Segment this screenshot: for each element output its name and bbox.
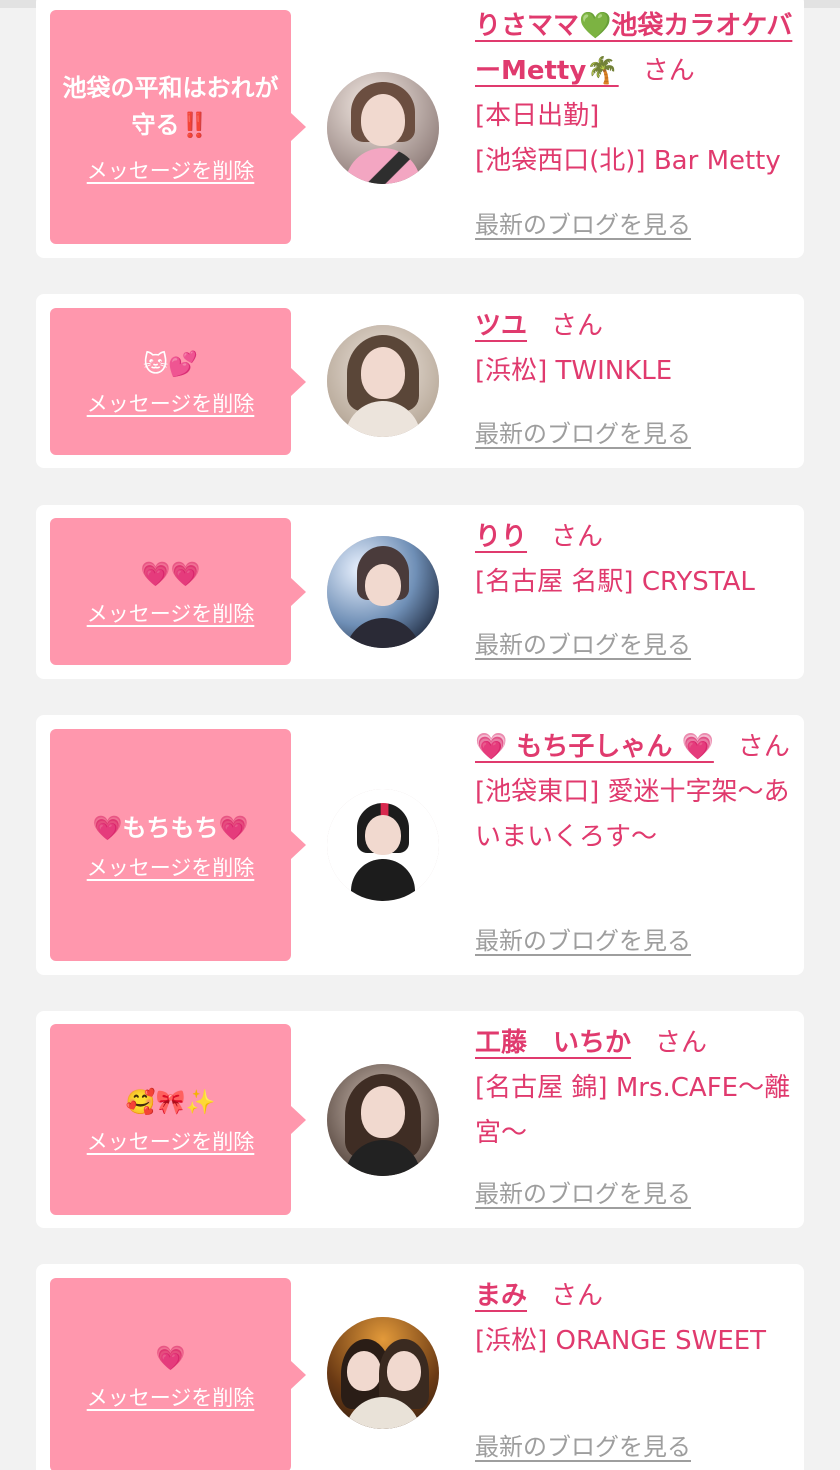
delete-message-link[interactable]: メッセージを削除 (87, 1129, 255, 1155)
avatar[interactable] (327, 789, 439, 901)
message-bubble: 💗もちもち💗 メッセージを削除 (50, 729, 306, 961)
latest-blog-link[interactable]: 最新のブログを見る (475, 1179, 691, 1209)
honorific: さん (551, 311, 604, 341)
message-bubble: 💗💗 メッセージを削除 (50, 518, 306, 665)
honorific: さん (642, 56, 695, 86)
cast-info: りり さん [名古屋 名駅] CRYSTAL (475, 515, 795, 605)
avatar[interactable] (327, 536, 439, 648)
honorific: さん (737, 732, 790, 762)
delete-message-link[interactable]: メッセージを削除 (87, 1385, 255, 1411)
shop-name: [池袋東口] 愛迷十字架〜あいまいくろす〜 (475, 777, 790, 852)
cast-card: 💗💗 メッセージを削除 りり さん [名古屋 名駅] CRYSTAL 最新のブログ… (36, 505, 804, 679)
message-bubble: 🐱💕 メッセージを削除 (50, 308, 306, 455)
avatar[interactable] (327, 1064, 439, 1176)
delete-message-link[interactable]: メッセージを削除 (87, 158, 255, 184)
cast-name-link[interactable]: 💗 もち子しゃん 💗 (475, 732, 714, 762)
message-bubble: 池袋の平和はおれが守る‼️ メッセージを削除 (50, 10, 306, 244)
cast-card: 🐱💕 メッセージを削除 ツユ さん [浜松] TWINKLE 最新のブログを見る (36, 294, 804, 468)
delete-message-link[interactable]: メッセージを削除 (87, 855, 255, 881)
cast-info: 工藤 いちか さん [名古屋 錦] Mrs.CAFE〜離宮〜 (475, 1021, 795, 1156)
shop-name: [名古屋 名駅] CRYSTAL (475, 567, 755, 597)
latest-blog-link[interactable]: 最新のブログを見る (475, 419, 691, 449)
cast-card: 💗もちもち💗 メッセージを削除 💗 もち子しゃん 💗 さん [池袋東口] 愛迷十字… (36, 715, 804, 975)
shop-name: [浜松] ORANGE SWEET (475, 1326, 767, 1356)
honorific: さん (551, 1281, 604, 1311)
message-text: 💗💗 (140, 560, 201, 588)
cast-card: 💗 メッセージを削除 まみ さん [浜松] ORANGE SWEET 最新のブログ… (36, 1264, 804, 1470)
cast-name-link[interactable]: りさママ💚池袋カラオケバーMetty🌴 (475, 11, 792, 86)
shop-name: [池袋西口(北)] Bar Metty (475, 146, 781, 176)
honorific: さん (551, 522, 604, 552)
cast-info: りさママ💚池袋カラオケバーMetty🌴 さん [本日出勤] [池袋西口(北)] B… (475, 4, 795, 184)
avatar[interactable] (327, 1317, 439, 1429)
avatar[interactable] (327, 325, 439, 437)
cast-info: まみ さん [浜松] ORANGE SWEET (475, 1274, 795, 1364)
cast-info: ツユ さん [浜松] TWINKLE (475, 304, 795, 394)
message-text: 🐱💕 (143, 350, 198, 378)
message-text: 🥰🎀✨ (125, 1088, 216, 1116)
latest-blog-link[interactable]: 最新のブログを見る (475, 926, 691, 956)
latest-blog-link[interactable]: 最新のブログを見る (475, 1432, 691, 1462)
message-bubble: 🥰🎀✨ メッセージを削除 (50, 1024, 306, 1215)
shop-name: [浜松] TWINKLE (475, 356, 673, 386)
cast-name-link[interactable]: 工藤 いちか (475, 1028, 631, 1058)
message-text: 池袋の平和はおれが守る‼️ (62, 74, 279, 139)
detail-line: [本日出勤] (475, 101, 600, 131)
cast-info: 💗 もち子しゃん 💗 さん [池袋東口] 愛迷十字架〜あいまいくろす〜 (475, 725, 795, 860)
cast-card: 池袋の平和はおれが守る‼️ メッセージを削除 りさママ💚池袋カラオケバーMett… (36, 0, 804, 258)
latest-blog-link[interactable]: 最新のブログを見る (475, 630, 691, 660)
message-text: 💗 (155, 1343, 186, 1372)
cast-name-link[interactable]: まみ (475, 1281, 527, 1311)
message-text: 💗もちもち💗 (92, 813, 249, 842)
message-bubble: 💗 メッセージを削除 (50, 1278, 306, 1470)
shop-name: [名古屋 錦] Mrs.CAFE〜離宮〜 (475, 1073, 791, 1148)
cast-name-link[interactable]: ツユ (475, 311, 527, 341)
honorific: さん (655, 1028, 708, 1058)
cast-card: 🥰🎀✨ メッセージを削除 工藤 いちか さん [名古屋 錦] Mrs.CAFE〜離… (36, 1011, 804, 1228)
cast-name-link[interactable]: りり (475, 522, 527, 552)
avatar[interactable] (327, 72, 439, 184)
delete-message-link[interactable]: メッセージを削除 (87, 601, 255, 627)
delete-message-link[interactable]: メッセージを削除 (87, 391, 255, 417)
latest-blog-link[interactable]: 最新のブログを見る (475, 210, 691, 240)
